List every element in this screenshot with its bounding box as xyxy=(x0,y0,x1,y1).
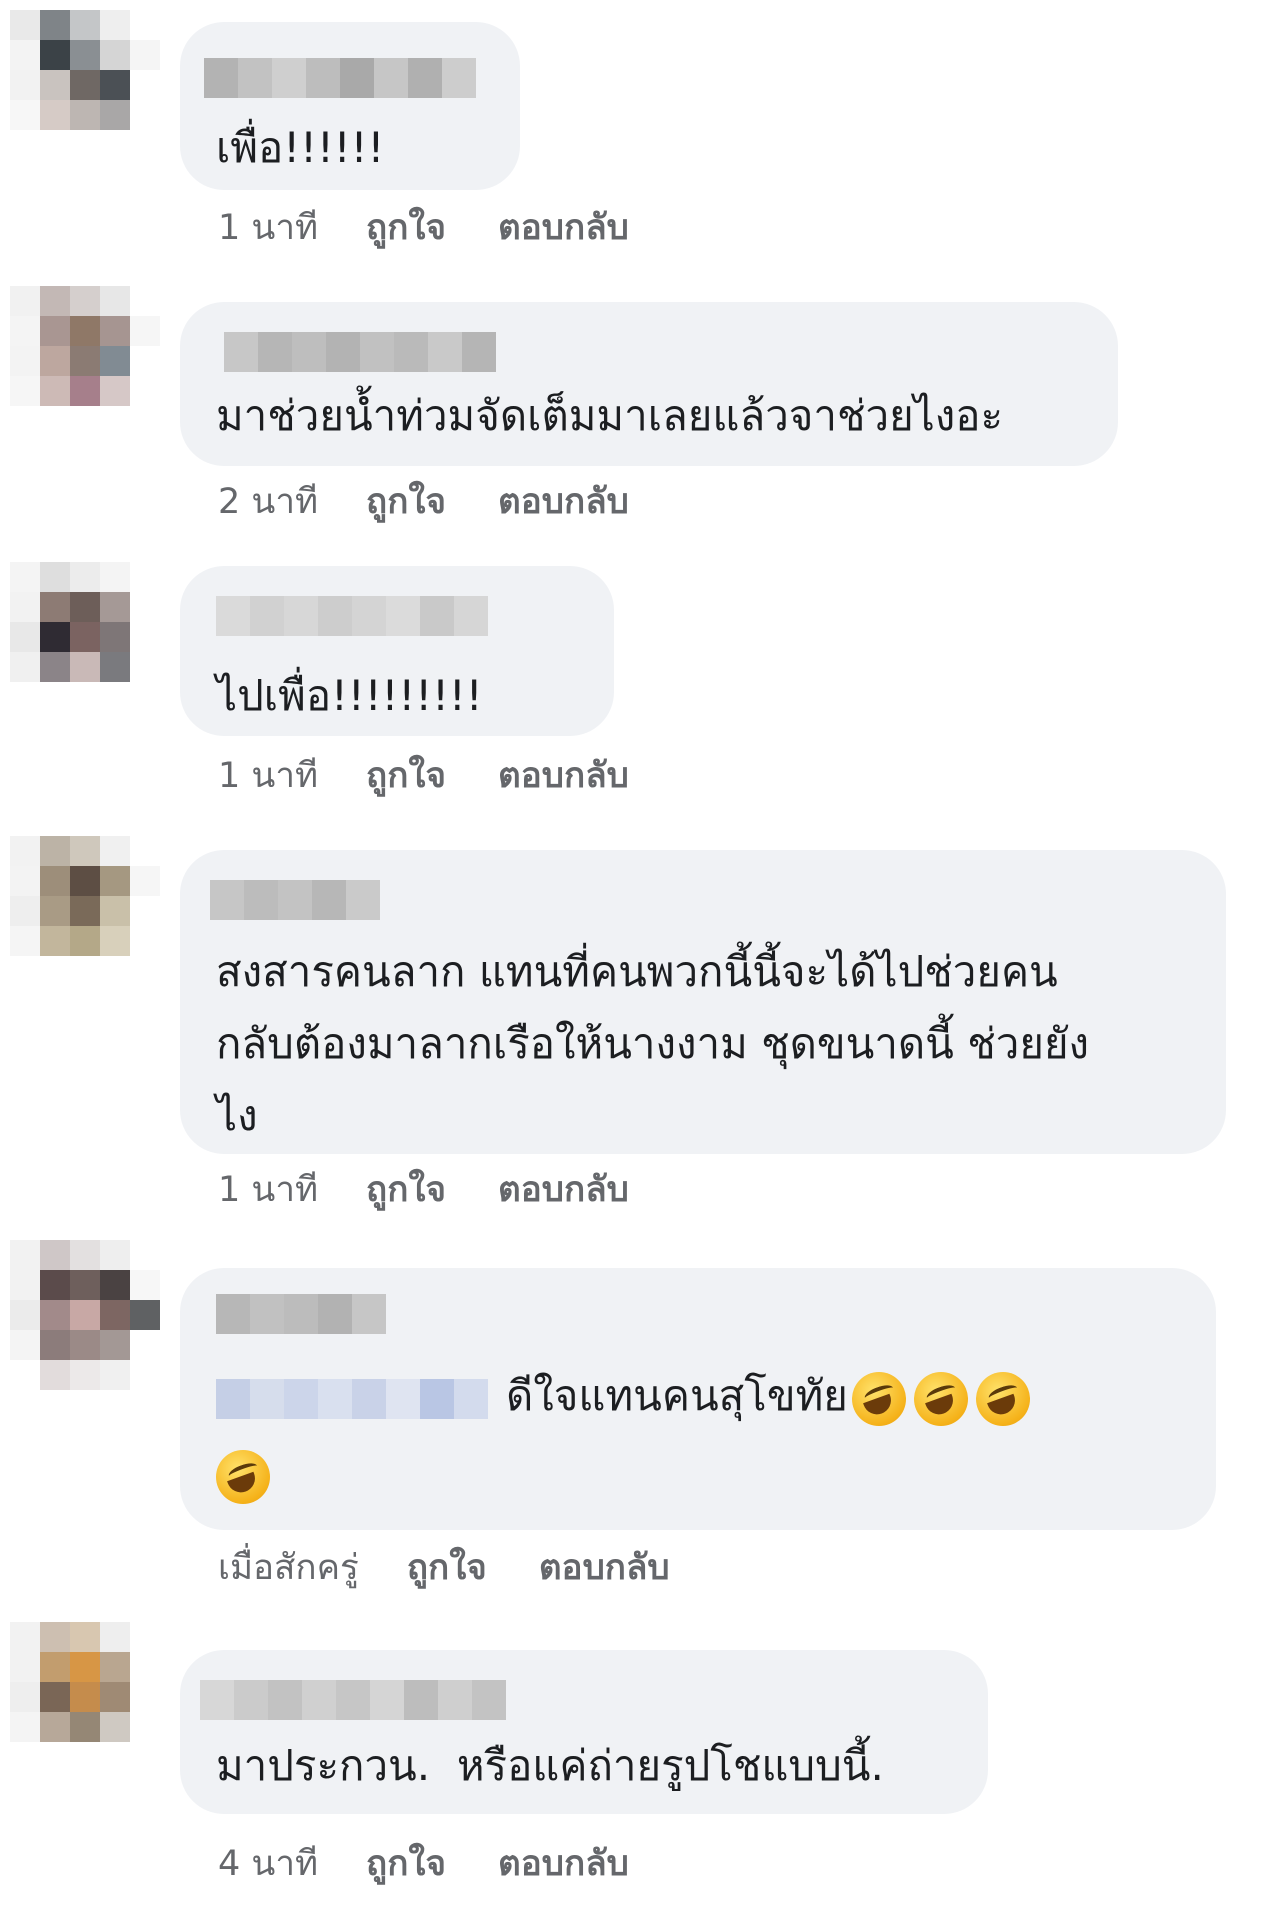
comment-timestamp[interactable]: 1 นาที xyxy=(218,1168,318,1212)
comment-timestamp[interactable]: 1 นาที xyxy=(218,206,318,250)
reply-button[interactable]: ตอบกลับ xyxy=(498,1168,629,1212)
avatar[interactable] xyxy=(10,1622,160,1772)
comment-bubble: ดีใจแทนคนสุโขทัย xyxy=(180,1268,1216,1530)
comment-bubble: สงสารคนลาก แทนที่คนพวกนี้นี้จะได้ไปช่วยค… xyxy=(180,850,1226,1154)
comment-actions: 1 นาที ถูกใจ ตอบกลับ xyxy=(218,1168,681,1212)
comment-actions: 2 นาที ถูกใจ ตอบกลับ xyxy=(218,480,681,524)
avatar[interactable] xyxy=(10,836,160,986)
rolling-on-floor-laughing-emoji xyxy=(913,1371,968,1426)
comment-bubble: มาประกวน. หรือแค่ถ่ายรูปโชแบบนี้. xyxy=(180,1650,988,1814)
comment-text: มาช่วยน้ำท่วมจัดเต็มมาเลยแล้วจาช่วยไงอะ xyxy=(216,391,1004,440)
commenter-name[interactable] xyxy=(200,1680,506,1720)
comment-text: มาประกวน. หรือแค่ถ่ายรูปโชแบบนี้. xyxy=(216,1741,884,1790)
comment-timestamp[interactable]: 1 นาที xyxy=(218,754,318,798)
reply-button[interactable]: ตอบกลับ xyxy=(539,1546,670,1590)
comment-timestamp[interactable]: เมื่อสักครู่ xyxy=(218,1546,359,1590)
reply-button[interactable]: ตอบกลับ xyxy=(498,480,629,524)
comment-timestamp[interactable]: 4 นาที xyxy=(218,1842,318,1886)
comment-bubble: ไปเพื่อ!!!!!!!!! xyxy=(180,566,614,736)
commenter-name[interactable] xyxy=(210,880,380,920)
avatar[interactable] xyxy=(10,1240,160,1390)
comment-text: สงสารคนลาก แทนที่คนพวกนี้นี้จะได้ไปช่วยค… xyxy=(216,936,1089,1152)
comment-text-line: สงสารคนลาก แทนที่คนพวกนี้นี้จะได้ไปช่วยค… xyxy=(216,947,1058,996)
comment-text-line: กลับต้องมาลากเรือให้นางงาม ชุดขนาดนี้ ช่… xyxy=(216,1019,1090,1068)
comment-actions: เมื่อสักครู่ ถูกใจ ตอบกลับ xyxy=(218,1546,722,1590)
like-button[interactable]: ถูกใจ xyxy=(366,754,446,798)
like-button[interactable]: ถูกใจ xyxy=(407,1546,487,1590)
comment-actions: 1 นาที ถูกใจ ตอบกลับ xyxy=(218,754,681,798)
comment-text: เพื่อ!!!!!! xyxy=(216,123,385,172)
reply-button[interactable]: ตอบกลับ xyxy=(498,1842,629,1886)
commenter-name[interactable] xyxy=(204,58,476,98)
comment-text: ดีใจแทนคนสุโขทัย xyxy=(216,1360,1196,1510)
rolling-on-floor-laughing-emoji xyxy=(851,1371,906,1426)
comment-bubble: มาช่วยน้ำท่วมจัดเต็มมาเลยแล้วจาช่วยไงอะ xyxy=(180,302,1118,466)
like-button[interactable]: ถูกใจ xyxy=(366,1842,446,1886)
commenter-name[interactable] xyxy=(216,1294,386,1334)
mentioned-user[interactable] xyxy=(216,1378,488,1419)
comment-actions: 4 นาที ถูกใจ ตอบกลับ xyxy=(218,1842,681,1886)
comment-bubble: เพื่อ!!!!!! xyxy=(180,22,520,190)
rolling-on-floor-laughing-emoji xyxy=(975,1371,1030,1426)
avatar[interactable] xyxy=(10,10,160,160)
avatar[interactable] xyxy=(10,286,160,436)
like-button[interactable]: ถูกใจ xyxy=(366,480,446,524)
reply-button[interactable]: ตอบกลับ xyxy=(498,754,629,798)
comment-timestamp[interactable]: 2 นาที xyxy=(218,480,318,524)
reply-button[interactable]: ตอบกลับ xyxy=(498,206,629,250)
comment-text-body: ดีใจแทนคนสุโขทัย xyxy=(506,1371,848,1420)
comment-text-line: ไง xyxy=(216,1091,258,1140)
comment-actions: 1 นาที ถูกใจ ตอบกลับ xyxy=(218,206,681,250)
comment-text: ไปเพื่อ!!!!!!!!! xyxy=(216,671,483,720)
like-button[interactable]: ถูกใจ xyxy=(366,1168,446,1212)
like-button[interactable]: ถูกใจ xyxy=(366,206,446,250)
rolling-on-floor-laughing-emoji xyxy=(216,1449,270,1504)
commenter-name[interactable] xyxy=(216,596,488,636)
commenter-name[interactable] xyxy=(224,332,496,372)
avatar[interactable] xyxy=(10,562,160,712)
